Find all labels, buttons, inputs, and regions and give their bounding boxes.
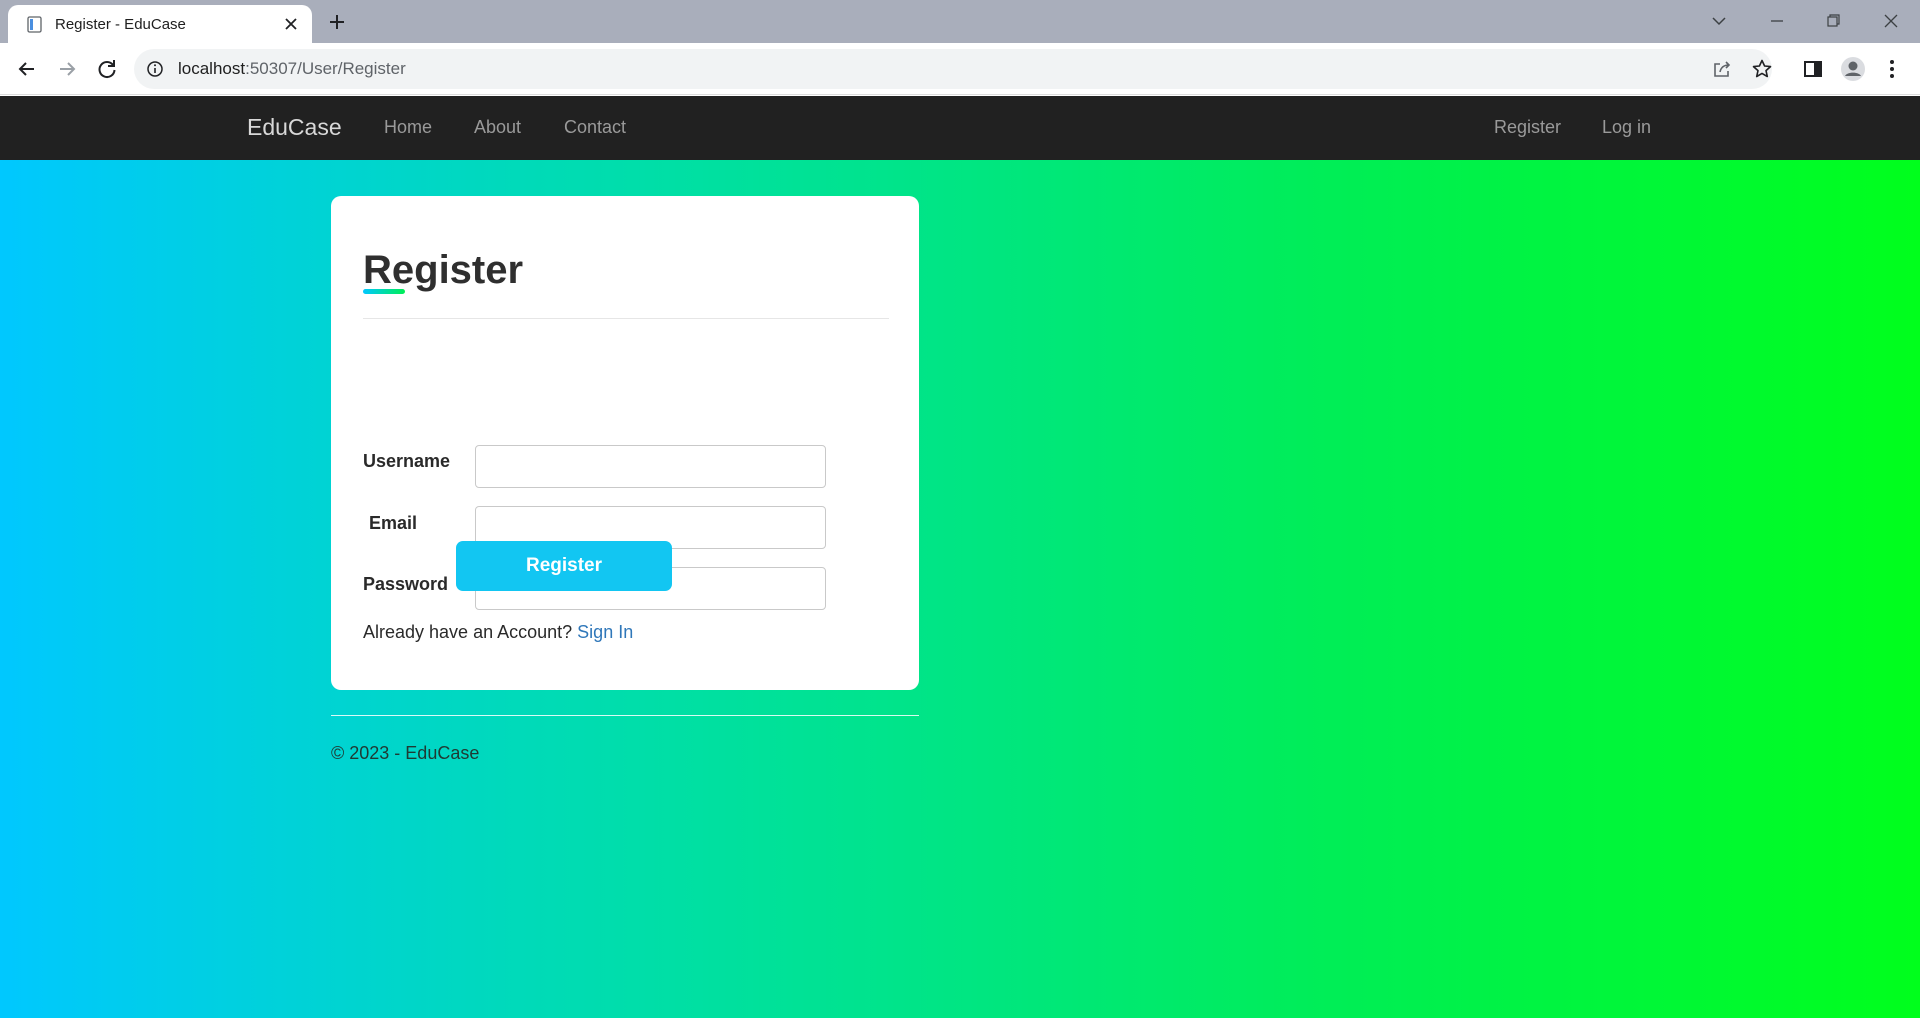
username-label: Username xyxy=(363,451,451,471)
register-card: Register Username Email Password Registe… xyxy=(331,196,919,690)
arrow-left-icon[interactable] xyxy=(13,55,41,83)
already-text: Already have an Account? xyxy=(363,622,573,642)
username-field[interactable] xyxy=(475,445,826,488)
nav-register[interactable]: Register xyxy=(1494,117,1561,138)
reload-icon[interactable] xyxy=(93,55,121,83)
password-label: Password xyxy=(363,574,449,594)
title-underline xyxy=(363,289,405,294)
star-icon[interactable] xyxy=(1751,58,1773,80)
page-title: Register xyxy=(363,248,524,292)
avatar-icon[interactable] xyxy=(1839,55,1867,83)
divider xyxy=(363,318,889,319)
nav-login[interactable]: Log in xyxy=(1602,117,1651,138)
page-icon xyxy=(26,16,43,33)
signin-link[interactable]: Sign In xyxy=(577,622,633,642)
close-icon[interactable] xyxy=(1878,8,1904,34)
register-button[interactable]: Register xyxy=(456,541,672,591)
kebab-menu-icon[interactable] xyxy=(1878,55,1906,83)
restore-icon[interactable] xyxy=(1820,8,1846,34)
site-navbar: EduCase Home About Contact Register Log … xyxy=(0,96,1920,160)
share-icon[interactable] xyxy=(1711,58,1733,80)
brand-link[interactable]: EduCase xyxy=(247,114,342,141)
browser-tab[interactable]: Register - EduCase xyxy=(8,5,312,43)
side-panel-icon[interactable] xyxy=(1799,55,1827,83)
info-icon[interactable] xyxy=(146,60,164,78)
browser-toolbar: localhost:50307/User/Register xyxy=(0,43,1920,95)
chevron-down-icon[interactable] xyxy=(1706,8,1732,34)
close-icon[interactable] xyxy=(281,14,301,34)
address-bar[interactable]: localhost:50307/User/Register xyxy=(134,49,1772,89)
url-path: :50307/User/Register xyxy=(245,59,406,78)
minimize-icon[interactable] xyxy=(1764,8,1790,34)
signin-prompt: Already have an Account? Sign In xyxy=(363,622,633,643)
tab-title: Register - EduCase xyxy=(55,16,186,33)
nav-about[interactable]: About xyxy=(474,117,521,138)
email-label: Email xyxy=(369,513,418,533)
url-host: localhost xyxy=(178,59,246,78)
page-background: EduCase Home About Contact Register Log … xyxy=(0,96,1920,1018)
arrow-right-icon[interactable] xyxy=(53,55,81,83)
footer-copyright: © 2023 - EduCase xyxy=(331,743,480,763)
nav-contact[interactable]: Contact xyxy=(564,117,626,138)
footer-divider xyxy=(331,715,919,716)
nav-home[interactable]: Home xyxy=(384,117,432,138)
plus-icon[interactable] xyxy=(325,10,349,34)
browser-tabstrip: Register - EduCase xyxy=(0,0,1920,43)
url-text[interactable]: localhost:50307/User/Register xyxy=(178,59,406,79)
